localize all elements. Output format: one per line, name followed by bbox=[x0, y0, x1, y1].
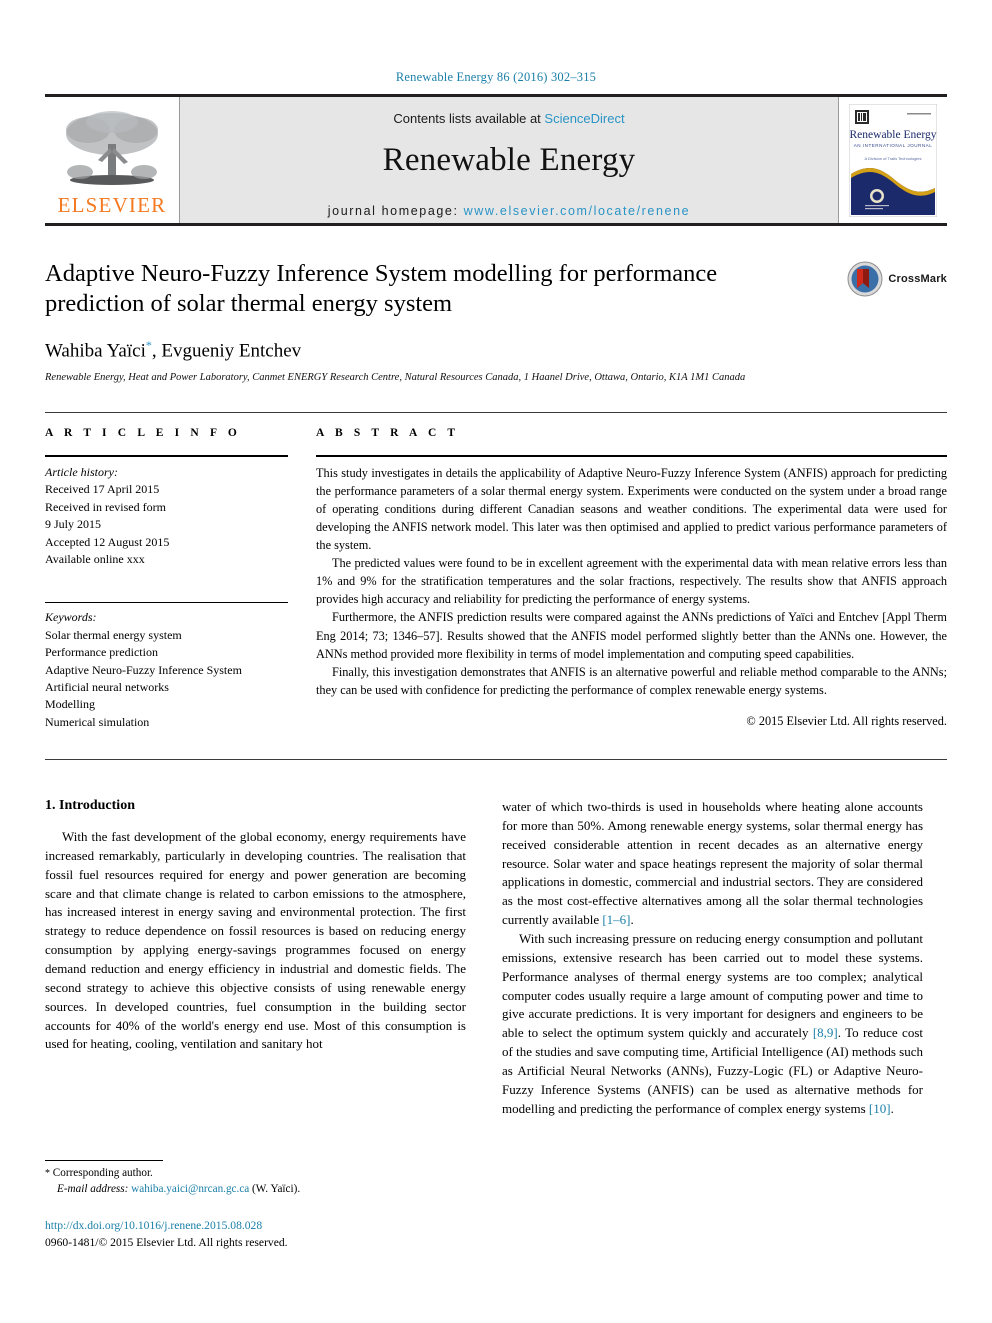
elsevier-logo: ELSEVIER bbox=[45, 97, 179, 223]
page-title: Adaptive Neuro-Fuzzy Inference System mo… bbox=[45, 260, 718, 318]
article-info-column: A R T I C L E I N F O Article history: R… bbox=[45, 427, 288, 731]
journal-homepage-line: journal homepage: www.elsevier.com/locat… bbox=[328, 204, 690, 218]
issn-copyright-line: 0960-1481/© 2015 Elsevier Ltd. All right… bbox=[45, 1235, 288, 1249]
keyword-item: Numerical simulation bbox=[45, 714, 150, 729]
keyword-item: Adaptive Neuro-Fuzzy Inference System bbox=[45, 662, 242, 677]
crossmark-icon bbox=[847, 261, 883, 297]
article-history-item: Accepted 12 August 2015 bbox=[45, 534, 170, 549]
abstract-rule bbox=[316, 454, 947, 457]
email-attribution: (W. Yaïci). bbox=[252, 1182, 301, 1195]
corresponding-author-text: Corresponding author. bbox=[52, 1167, 153, 1179]
affiliation: Renewable Energy, Heat and Power Laborat… bbox=[45, 372, 746, 384]
body-paragraph: water of which two-thirds is used in hou… bbox=[502, 798, 923, 930]
body-columns: 1. Introduction With the fast developmen… bbox=[45, 798, 947, 1118]
article-history-label: Article history: bbox=[45, 464, 118, 479]
keyword-item: Modelling bbox=[45, 697, 95, 712]
keywords-label: Keywords: bbox=[45, 610, 97, 625]
article-history-item: 9 July 2015 bbox=[45, 517, 102, 532]
abstract-column: A B S T R A C T This study investigates … bbox=[316, 427, 947, 731]
article-history-item: Received 17 April 2015 bbox=[45, 482, 160, 497]
contents-prefix: Contents lists available at bbox=[393, 111, 545, 126]
author-list: Wahiba Yaïci*, Evgueniy Entchev bbox=[45, 338, 947, 362]
keywords-block: Keywords: Solar thermal energy system Pe… bbox=[45, 602, 288, 731]
keyword-item: Solar thermal energy system bbox=[45, 627, 182, 642]
doi-block: http://dx.doi.org/10.1016/j.renene.2015.… bbox=[45, 1218, 466, 1252]
article-history-item: Received in revised form bbox=[45, 499, 166, 514]
body-column-left: 1. Introduction With the fast developmen… bbox=[45, 798, 466, 1118]
citation-reference[interactable]: [8,9] bbox=[813, 1025, 838, 1040]
copyright-line: © 2015 Elsevier Ltd. All rights reserved… bbox=[746, 713, 947, 728]
paper-page: Renewable Energy 86 (2016) 302–315 ELSEV… bbox=[0, 0, 992, 1323]
journal-title: Renewable Energy bbox=[382, 142, 636, 178]
email-link[interactable]: wahiba.yaici@nrcan.gc.ca bbox=[131, 1183, 249, 1195]
citation-reference[interactable]: [1–6] bbox=[602, 912, 630, 927]
article-info-heading: A R T I C L E I N F O bbox=[45, 426, 241, 439]
abstract-bottom-rule bbox=[45, 759, 947, 761]
abstract-paragraph: This study investigates in details the a… bbox=[316, 465, 947, 553]
abstract-paragraph: Finally, this investigation demonstrates… bbox=[316, 664, 947, 697]
footnote-rule bbox=[45, 1160, 163, 1161]
paragraph-tail: . bbox=[890, 1100, 894, 1116]
footnote-marker: * bbox=[45, 1168, 50, 1179]
contents-available-line: Contents lists available at ScienceDirec… bbox=[393, 111, 624, 126]
author-first: Wahiba Yaïci bbox=[45, 340, 146, 362]
svg-text:A Division of Trails Technolog: A Division of Trails Technologies bbox=[864, 156, 921, 161]
homepage-prefix: journal homepage: bbox=[327, 204, 464, 218]
elsevier-wordmark: ELSEVIER bbox=[57, 193, 167, 217]
paragraph-text: With such increasing pressure on reducin… bbox=[502, 930, 923, 1041]
svg-text:Renewable Energy: Renewable Energy bbox=[850, 129, 937, 141]
journal-cover-image: Renewable Energy AN INTERNATIONAL JOURNA… bbox=[849, 103, 937, 217]
svg-text:AN INTERNATIONAL JOURNAL: AN INTERNATIONAL JOURNAL bbox=[854, 143, 933, 148]
crossmark-label: CrossMark bbox=[888, 273, 947, 285]
abstract-paragraph: Furthermore, the ANFIS prediction result… bbox=[316, 610, 947, 661]
abstract-paragraph: The predicted values were found to be in… bbox=[316, 556, 947, 607]
body-column-right: water of which two-thirds is used in hou… bbox=[502, 798, 923, 1118]
sciencedirect-link[interactable]: ScienceDirect bbox=[544, 111, 624, 126]
footnote-block: * Corresponding author. E-mail address: … bbox=[45, 1160, 466, 1198]
section-heading-introduction: 1. Introduction bbox=[45, 798, 135, 814]
abstract-heading: A B S T R A C T bbox=[316, 426, 460, 439]
running-head: Renewable Energy 86 (2016) 302–315 bbox=[395, 70, 597, 84]
masthead-center: Contents lists available at ScienceDirec… bbox=[179, 97, 839, 223]
article-history-item: Available online xxx bbox=[45, 551, 145, 566]
title-block: CrossMark Adaptive Neuro-Fuzzy Inference… bbox=[45, 259, 947, 386]
citation-reference[interactable]: [10] bbox=[869, 1101, 891, 1116]
email-label: E-mail address: bbox=[57, 1182, 129, 1195]
journal-cover-thumbnail: Renewable Energy AN INTERNATIONAL JOURNA… bbox=[839, 97, 947, 223]
body-paragraph: With such increasing pressure on reducin… bbox=[502, 930, 923, 1118]
doi-link[interactable]: http://dx.doi.org/10.1016/j.renene.2015.… bbox=[45, 1218, 466, 1235]
paragraph-tail: . bbox=[630, 912, 634, 928]
corresponding-author-note: * Corresponding author. bbox=[45, 1166, 466, 1182]
elsevier-tree-icon bbox=[66, 111, 158, 185]
email-note: E-mail address: wahiba.yaici@nrcan.gc.ca… bbox=[45, 1182, 466, 1198]
article-info-rule bbox=[45, 454, 288, 457]
keyword-item: Performance prediction bbox=[45, 645, 158, 660]
crossmark-badge[interactable]: CrossMark bbox=[847, 261, 947, 297]
keywords-rule bbox=[45, 602, 288, 604]
keyword-item: Artificial neural networks bbox=[45, 679, 169, 694]
paragraph-text: water of which two-thirds is used in hou… bbox=[502, 799, 923, 928]
journal-homepage-link[interactable]: www.elsevier.com/locate/renene bbox=[464, 204, 691, 218]
body-paragraph: With the fast development of the global … bbox=[45, 829, 466, 1052]
journal-masthead: ELSEVIER Contents lists available at Sci… bbox=[45, 94, 947, 226]
author-rest: , Evgueniy Entchev bbox=[151, 340, 302, 362]
info-abstract-region: A R T I C L E I N F O Article history: R… bbox=[45, 411, 947, 731]
